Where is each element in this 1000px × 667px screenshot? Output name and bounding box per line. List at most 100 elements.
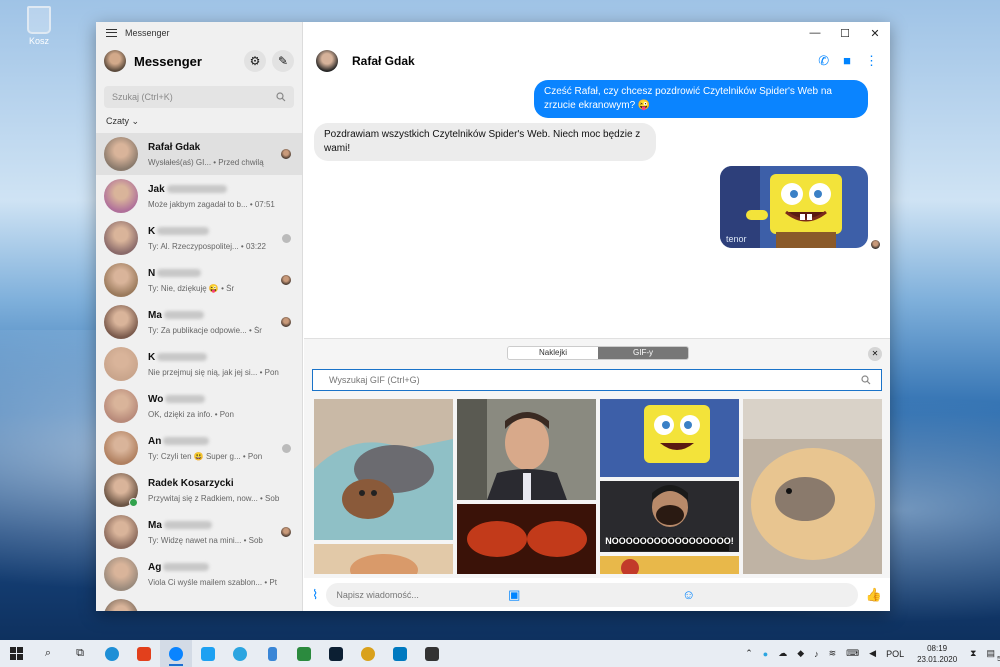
conversation-item[interactable]: Ma Ty: Widzę nawet na mini... • Sob	[96, 511, 302, 553]
conversation-item[interactable]: Wo OK, dzięki za info. • Pon	[96, 385, 302, 427]
taskbar-phone-app[interactable]	[256, 640, 288, 667]
taskbar-edge[interactable]	[96, 640, 128, 667]
microphone-icon[interactable]: ♪	[814, 649, 819, 659]
gif-hamster-tortilla[interactable]	[743, 399, 882, 574]
dropbox-icon[interactable]: ◆	[797, 648, 804, 659]
settings-button[interactable]: ⚙	[244, 50, 266, 72]
more-options-icon[interactable]: ⋮	[865, 53, 878, 69]
conversation-name-text: An	[148, 435, 162, 447]
gif-watermark: tenor	[726, 234, 747, 244]
conversation-item[interactable]: Piotr Grabiec	[96, 595, 302, 611]
start-button[interactable]	[0, 640, 32, 667]
conversation-item[interactable]: N Ty: Nie, dziękuję 😜 • Śr	[96, 259, 302, 301]
conversation-snippet: Przywitaj się z Radkiem, now... • Sob	[148, 493, 280, 503]
system-tray: ⌃ ● ☁ ◆ ♪ ≋ ⌨ ◀ POL 08:19 23.01.2020 ⧗ ▤…	[740, 643, 1000, 665]
conversation-item[interactable]: K Ty: Al. Rzeczypospolitej... • 03:22	[96, 217, 302, 259]
close-window-button[interactable]: ✕	[860, 22, 890, 44]
taskbar-search-button[interactable]: ⌕	[32, 640, 64, 667]
conversation-name: N	[148, 268, 280, 279]
new-message-button[interactable]: ✎	[272, 50, 294, 72]
seen-indicator-avatar	[871, 240, 880, 249]
conversation-name-text: Ag	[148, 561, 162, 573]
clock[interactable]: 08:19 23.01.2020	[917, 643, 957, 665]
volume-icon[interactable]: ◀	[869, 648, 876, 659]
title-bar: Messenger	[96, 22, 302, 44]
message-input[interactable]: Napisz wiadomość... ▣ ☺	[326, 582, 858, 607]
blurred-name-redaction	[157, 269, 202, 277]
sent-gif-message[interactable]: tenor	[720, 166, 868, 248]
chats-filter-dropdown[interactable]: Czaty ⌄	[96, 114, 302, 133]
emoji-icon[interactable]: ☺	[682, 587, 848, 602]
gif-search-input[interactable]: Wyszukaj GIF (Ctrl+G)	[312, 369, 882, 391]
outgoing-message[interactable]: Cześć Rafał, czy chcesz pozdrowić Czytel…	[534, 80, 868, 118]
gif-noooo-meme[interactable]: NOOOOOOOOOOOOOOOOO!	[600, 481, 739, 552]
conversation-item[interactable]: Ag Viola Ci wyśle mailem szablon... • Pt	[96, 553, 302, 595]
recycle-bin[interactable]: Kosz	[22, 6, 56, 46]
conversation-avatar	[104, 137, 138, 171]
conversation-name-text: Jak	[148, 183, 165, 195]
minimize-button[interactable]: —	[800, 22, 830, 44]
gif-office-man[interactable]	[457, 399, 596, 500]
wifi-icon[interactable]: ≋	[829, 648, 837, 659]
tab-gifs[interactable]: GIF-y	[598, 347, 688, 359]
taskbar-trello[interactable]	[384, 640, 416, 667]
conversation-status	[280, 317, 292, 327]
taskbar-qr-app[interactable]	[288, 640, 320, 667]
taskbar-photoshop[interactable]	[320, 640, 352, 667]
conversation-item[interactable]: Ma Ty: Za publikacje odpowie... • Śr	[96, 301, 302, 343]
search-icon: ⌕	[44, 647, 52, 659]
taskbar-office[interactable]	[128, 640, 160, 667]
taskbar-store[interactable]	[416, 640, 448, 667]
compose-icon: ✎	[277, 54, 289, 68]
taskbar-twitter[interactable]	[192, 640, 224, 667]
blurred-name-redaction	[166, 185, 227, 193]
gif-picker: Naklejki GIF-y ✕ Wyszukaj GIF (Ctrl+G) N…	[304, 338, 890, 578]
close-picker-button[interactable]: ✕	[868, 347, 882, 361]
conversation-body: Rafał Gdak Wysłałeś(aś) GI... • Przed chw…	[148, 142, 280, 167]
gif-spongebob[interactable]	[600, 399, 739, 477]
conversation-status	[280, 149, 292, 159]
conversation-item[interactable]: An Ty: Czyli ten 😃 Super g... • Pon	[96, 427, 302, 469]
conversation-avatar	[104, 515, 138, 549]
taskbar-messenger[interactable]	[160, 640, 192, 667]
chevron-up-icon[interactable]: ⌃	[745, 648, 753, 659]
conversation-snippet: Viola Ci wyśle mailem szablon... • Pt	[148, 577, 277, 587]
message-placeholder: Napisz wiadomość...	[336, 589, 419, 600]
conversation-name: Ma	[148, 520, 280, 531]
conversation-item[interactable]: Jak Może jakbym zagadał to b... • 07:51	[96, 175, 302, 217]
attachment-paperclip-icon[interactable]: ⌇	[312, 587, 318, 603]
maximize-button[interactable]: ☐	[830, 22, 860, 44]
my-avatar[interactable]	[104, 50, 126, 72]
language-indicator[interactable]: POL	[886, 649, 904, 659]
keyboard-icon[interactable]: ⌨	[846, 648, 859, 659]
chevron-down-icon: ⌄	[131, 116, 140, 126]
search-input[interactable]: Szukaj (Ctrl+K)	[104, 86, 294, 108]
phone-icon[interactable]: ✆	[818, 53, 829, 69]
notification-center-icon[interactable]: ▤ 5	[986, 648, 1000, 663]
telegram-tray-icon[interactable]: ●	[763, 649, 768, 659]
hamburger-menu-icon[interactable]	[106, 29, 117, 37]
conversation-item[interactable]: K Nie przejmuj się nią, jak jej si... • P…	[96, 343, 302, 385]
contact-avatar[interactable]	[316, 50, 338, 72]
cloud-icon[interactable]: ☁	[778, 648, 787, 659]
seen-avatar-icon	[281, 317, 291, 327]
conversation-item[interactable]: Radek Kosarzycki Przywitaj się z Radkiem,…	[96, 469, 302, 511]
gif-partial-bottom-left[interactable]	[314, 544, 453, 574]
taskbar-chrome[interactable]	[352, 640, 384, 667]
tab-stickers[interactable]: Naklejki	[508, 347, 598, 359]
contact-name[interactable]: Rafał Gdak	[352, 54, 818, 68]
gif-sunglasses-image	[457, 504, 596, 574]
thumbs-up-icon[interactable]: 👍	[866, 587, 882, 603]
taskbar-telegram[interactable]	[224, 640, 256, 667]
delivered-check-icon	[281, 233, 291, 243]
message-composer: ⌇ Napisz wiadomość... ▣ ☺ 👍	[304, 578, 890, 611]
gif-red-sunglasses[interactable]	[457, 504, 596, 574]
conversation-item[interactable]: Rafał Gdak Wysłałeś(aś) GI... • Przed chw…	[96, 133, 302, 175]
gif-partial-bottom-right[interactable]	[600, 556, 739, 574]
sticker-icon[interactable]: ▣	[508, 587, 674, 603]
video-camera-icon[interactable]: ■	[843, 53, 851, 69]
meet-now-icon[interactable]: ⧗	[970, 648, 976, 659]
task-view-button[interactable]: ⧉	[64, 640, 96, 667]
gif-cat-with-teddy[interactable]	[314, 399, 453, 540]
incoming-message[interactable]: Pozdrawiam wszystkich Czytelników Spider…	[314, 123, 656, 161]
